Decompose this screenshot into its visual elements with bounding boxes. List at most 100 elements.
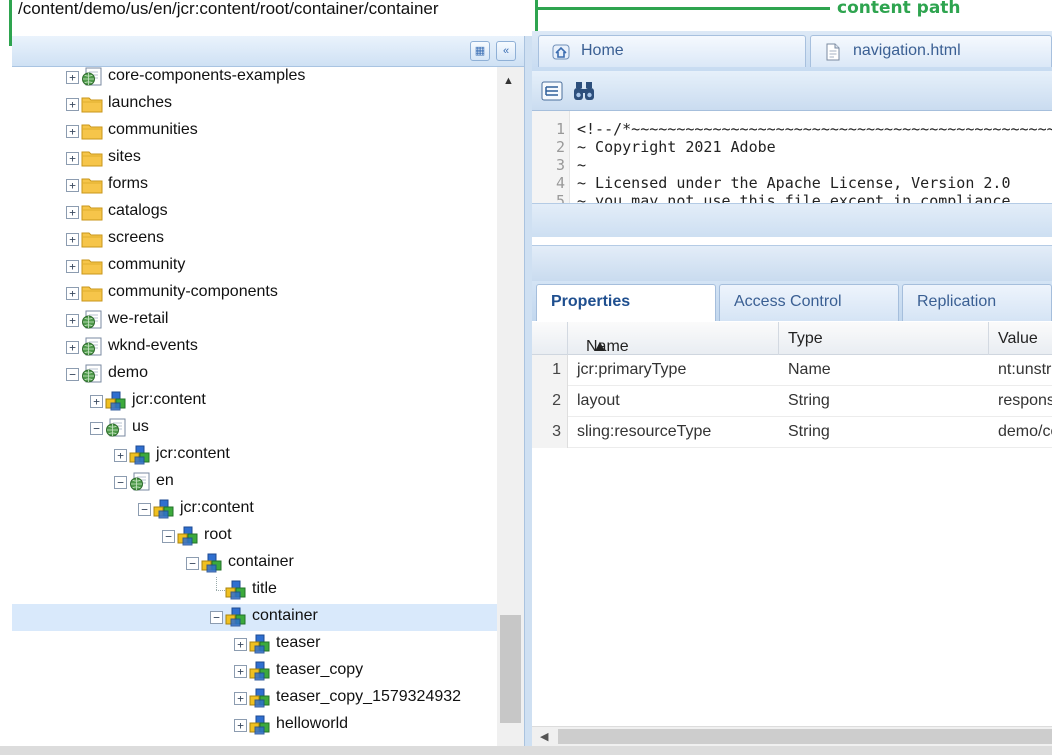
- properties-horizontal-scrollbar[interactable]: ◀: [532, 726, 1052, 746]
- tree-node[interactable]: + teaser: [12, 631, 497, 658]
- code-line: 5 ~ you may not use this file except in …: [532, 192, 1052, 203]
- property-name: jcr:primaryType: [577, 361, 687, 378]
- tree-node[interactable]: title: [12, 577, 497, 604]
- tab-home[interactable]: Home: [538, 35, 806, 67]
- tree-node[interactable]: + wknd-events: [12, 334, 497, 361]
- column-header-name[interactable]: Name ▲: [568, 322, 779, 355]
- property-name-cell: jcr:primaryType: [568, 355, 779, 386]
- tab-properties[interactable]: Properties: [536, 284, 716, 321]
- expand-node-icon[interactable]: +: [66, 206, 79, 219]
- tree-node[interactable]: − demo: [12, 361, 497, 388]
- table-row[interactable]: 1 jcr:primaryType Name nt:unstructured: [532, 355, 1052, 386]
- repository-tree: + core-components-examples + launches + commu…: [12, 67, 497, 748]
- component-node-icon: [225, 580, 247, 600]
- collapse-panel-icon[interactable]: «: [496, 41, 516, 61]
- expand-node-icon[interactable]: +: [66, 179, 79, 192]
- property-value: nt:unstructured: [998, 361, 1052, 378]
- expand-node-icon[interactable]: +: [234, 638, 247, 651]
- collapse-node-icon[interactable]: −: [90, 422, 103, 435]
- row-number-cell: 2: [532, 386, 568, 417]
- expand-node-icon[interactable]: +: [66, 125, 79, 138]
- code-editor[interactable]: 1 <!--/*~~~~~~~~~~~~~~~~~~~~~~~~~~~~~~~~~…: [532, 111, 1052, 203]
- column-header-type[interactable]: Type: [779, 322, 989, 355]
- tree-node[interactable]: + community-components: [12, 280, 497, 307]
- expand-node-icon[interactable]: +: [66, 152, 79, 165]
- table-row[interactable]: 3 sling:resourceType String demo/components…: [532, 417, 1052, 448]
- expand-node-icon[interactable]: +: [234, 692, 247, 705]
- column-header-value[interactable]: Value: [989, 322, 1052, 355]
- tab-properties-label: Properties: [551, 293, 631, 310]
- tab-navigation-html[interactable]: navigation.html: [810, 35, 1052, 67]
- property-value-cell: demo/components/container: [989, 417, 1052, 448]
- collapse-node-icon[interactable]: −: [114, 476, 127, 489]
- tree-node[interactable]: + we-retail: [12, 307, 497, 334]
- tree-node[interactable]: + teaser_copy_1579324932: [12, 685, 497, 712]
- expand-node-icon[interactable]: +: [66, 98, 79, 111]
- tree-node[interactable]: + forms: [12, 172, 497, 199]
- collapse-node-icon[interactable]: −: [210, 611, 223, 624]
- folder-icon: [81, 283, 103, 303]
- tree-panel-header: ▦ «: [12, 36, 524, 67]
- expand-node-icon[interactable]: +: [234, 719, 247, 732]
- folder-icon: [81, 175, 103, 195]
- tree-node[interactable]: + community: [12, 253, 497, 280]
- tree-node[interactable]: + sites: [12, 145, 497, 172]
- property-name: layout: [577, 392, 620, 409]
- tree-node-label: community-components: [108, 283, 278, 300]
- tree-node[interactable]: − jcr:content: [12, 496, 497, 523]
- folder-icon: [81, 148, 103, 168]
- folder-icon: [81, 256, 103, 276]
- scroll-left-arrow-icon[interactable]: ◀: [540, 730, 548, 743]
- tree-node[interactable]: − container: [12, 604, 497, 631]
- tree-node[interactable]: − root: [12, 523, 497, 550]
- tab-access-control[interactable]: Access Control: [719, 284, 899, 321]
- component-node-icon: [249, 688, 271, 708]
- collapse-node-icon[interactable]: −: [186, 557, 199, 570]
- code-text: ~ Copyright 2021 Adobe: [577, 138, 776, 156]
- tree-node[interactable]: + screens: [12, 226, 497, 253]
- tree-view-icon[interactable]: [540, 79, 564, 103]
- properties-panel-header: [532, 245, 1052, 281]
- component-node-icon: [177, 526, 199, 546]
- tab-replication[interactable]: Replication: [902, 284, 1052, 321]
- tree-node[interactable]: + teaser_copy: [12, 658, 497, 685]
- expand-node-icon[interactable]: +: [66, 233, 79, 246]
- expand-node-icon[interactable]: +: [234, 665, 247, 678]
- globe-page-icon: [129, 472, 151, 492]
- tree-node[interactable]: − container: [12, 550, 497, 577]
- line-number: 2: [555, 138, 565, 156]
- expand-node-icon[interactable]: +: [114, 449, 127, 462]
- expand-node-icon[interactable]: +: [66, 341, 79, 354]
- tree-node[interactable]: + helloworld: [12, 712, 497, 739]
- expand-node-icon[interactable]: +: [90, 395, 103, 408]
- tree-node[interactable]: + communities: [12, 118, 497, 145]
- expand-node-icon[interactable]: +: [66, 314, 79, 327]
- collapse-node-icon[interactable]: −: [66, 368, 79, 381]
- panel-splitter[interactable]: [524, 36, 532, 748]
- table-row[interactable]: 2 layout String responsiveGrid: [532, 386, 1052, 417]
- tree-node[interactable]: − us: [12, 415, 497, 442]
- tree-node-label: container: [252, 607, 318, 624]
- collapse-node-icon[interactable]: −: [138, 503, 151, 516]
- tree-options-icon[interactable]: ▦: [470, 41, 490, 61]
- tree-vertical-scrollbar[interactable]: ▲: [497, 67, 524, 748]
- tree-node-label: jcr:content: [156, 445, 230, 462]
- expand-node-icon[interactable]: +: [66, 287, 79, 300]
- tree-node[interactable]: + launches: [12, 91, 497, 118]
- collapse-node-icon[interactable]: −: [162, 530, 175, 543]
- tree-node[interactable]: + jcr:content: [12, 388, 497, 415]
- scroll-up-arrow-icon[interactable]: ▲: [503, 75, 514, 87]
- tree-node[interactable]: + catalogs: [12, 199, 497, 226]
- tree-node[interactable]: + core-components-examples: [12, 67, 497, 91]
- tree-node-label: en: [156, 472, 174, 489]
- horizontal-scroll-thumb[interactable]: [558, 729, 1052, 744]
- tree-node[interactable]: + jcr:content: [12, 442, 497, 469]
- property-name-cell: layout: [568, 386, 779, 417]
- tree-node[interactable]: − en: [12, 469, 497, 496]
- tree-scroll-thumb[interactable]: [500, 615, 521, 723]
- binoculars-icon[interactable]: [572, 79, 596, 103]
- code-line: 2 ~ Copyright 2021 Adobe: [532, 138, 1052, 156]
- expand-node-icon[interactable]: +: [66, 260, 79, 273]
- property-type: Name: [788, 361, 831, 378]
- expand-node-icon[interactable]: +: [66, 71, 79, 84]
